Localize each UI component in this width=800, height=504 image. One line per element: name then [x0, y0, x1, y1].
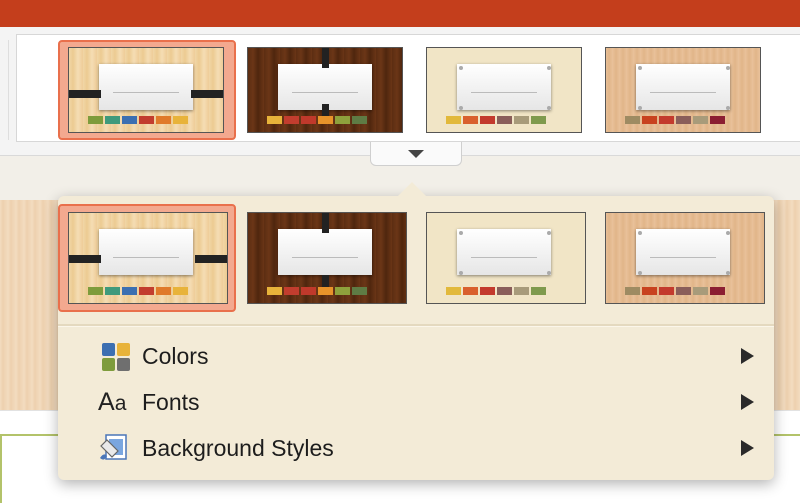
theme-thumbnail[interactable] — [605, 47, 761, 133]
theme-thumbnail[interactable] — [68, 212, 228, 304]
color-swatch — [318, 116, 333, 124]
menu-item-background-styles[interactable]: Background Styles — [58, 428, 774, 468]
theme-preview-panel — [99, 229, 193, 275]
menu-item-colors[interactable]: Colors — [58, 336, 774, 376]
color-swatch — [463, 116, 478, 124]
color-swatch — [710, 116, 725, 124]
color-swatch — [693, 287, 708, 295]
color-swatch — [173, 287, 188, 295]
color-swatch — [514, 116, 529, 124]
color-swatch — [173, 116, 188, 124]
colors-icon — [98, 340, 132, 372]
title-strip — [0, 0, 800, 27]
submenu-arrow-icon — [741, 440, 754, 456]
color-swatch — [122, 116, 137, 124]
color-swatch — [352, 287, 367, 295]
color-swatch — [139, 116, 154, 124]
color-swatch — [318, 287, 333, 295]
menu-item-label: Fonts — [142, 388, 200, 415]
ribbon-divider — [0, 40, 9, 140]
color-swatch — [88, 287, 103, 295]
theme-color-swatches — [625, 287, 725, 295]
background-styles-icon — [98, 432, 132, 464]
theme-thumbnail[interactable] — [247, 212, 407, 304]
theme-preview-panel — [457, 229, 551, 275]
color-swatch — [301, 116, 316, 124]
theme-color-swatches — [625, 116, 725, 124]
color-swatch — [139, 287, 154, 295]
theme-thumbnail[interactable] — [605, 212, 765, 304]
slide-rule-vertical — [0, 434, 2, 503]
theme-thumbnail[interactable] — [68, 47, 224, 133]
theme-color-swatches — [446, 287, 546, 295]
menu-item-label: Background Styles — [142, 434, 334, 461]
color-swatch — [531, 287, 546, 295]
color-swatch — [531, 116, 546, 124]
color-swatch — [463, 287, 478, 295]
expand-gallery-button[interactable] — [370, 142, 462, 166]
submenu-arrow-icon — [741, 394, 754, 410]
theme-preview-panel — [99, 64, 193, 110]
color-swatch — [335, 287, 350, 295]
color-swatch — [497, 287, 512, 295]
color-swatch — [710, 287, 725, 295]
color-swatch — [335, 116, 350, 124]
color-swatch — [446, 287, 461, 295]
theme-preview-panel — [278, 229, 372, 275]
chevron-down-icon — [408, 149, 424, 158]
color-swatch — [267, 116, 282, 124]
theme-preview-panel — [636, 229, 730, 275]
fonts-icon: Aa — [98, 386, 132, 418]
theme-color-swatches — [88, 116, 188, 124]
color-swatch — [514, 287, 529, 295]
color-swatch — [480, 116, 495, 124]
color-swatch — [480, 287, 495, 295]
theme-color-swatches — [446, 116, 546, 124]
fonts-icon-big-letter: A — [98, 388, 115, 416]
color-swatch — [88, 116, 103, 124]
dropdown-pointer — [398, 182, 426, 196]
color-swatch — [659, 287, 674, 295]
color-swatch — [156, 116, 171, 124]
fonts-icon-small-letter: a — [114, 392, 127, 415]
color-swatch — [301, 287, 316, 295]
color-swatch — [105, 116, 120, 124]
submenu-arrow-icon — [741, 348, 754, 364]
color-swatch — [122, 287, 137, 295]
theme-dropdown-menu: Colors Aa Fonts Background Styles — [58, 182, 774, 480]
theme-color-swatches — [88, 287, 188, 295]
color-swatch — [693, 116, 708, 124]
color-swatch — [642, 116, 657, 124]
color-swatch — [659, 116, 674, 124]
theme-preview-panel — [636, 64, 730, 110]
color-swatch — [284, 287, 299, 295]
color-swatch — [497, 116, 512, 124]
color-swatch — [446, 116, 461, 124]
color-swatch — [156, 287, 171, 295]
theme-color-swatches — [267, 287, 367, 295]
theme-thumbnail[interactable] — [426, 212, 586, 304]
color-swatch — [642, 287, 657, 295]
color-swatch — [284, 116, 299, 124]
theme-thumbnail[interactable] — [247, 47, 403, 133]
color-swatch — [625, 287, 640, 295]
menu-item-fonts[interactable]: Aa Fonts — [58, 382, 774, 422]
menu-item-label: Colors — [142, 342, 209, 369]
color-swatch — [105, 287, 120, 295]
theme-color-swatches — [267, 116, 367, 124]
color-swatch — [352, 116, 367, 124]
color-swatch — [676, 116, 691, 124]
color-swatch — [625, 116, 640, 124]
color-swatch — [676, 287, 691, 295]
color-swatch — [267, 287, 282, 295]
menu-divider — [58, 324, 774, 327]
theme-preview-panel — [457, 64, 551, 110]
theme-thumbnail[interactable] — [426, 47, 582, 133]
